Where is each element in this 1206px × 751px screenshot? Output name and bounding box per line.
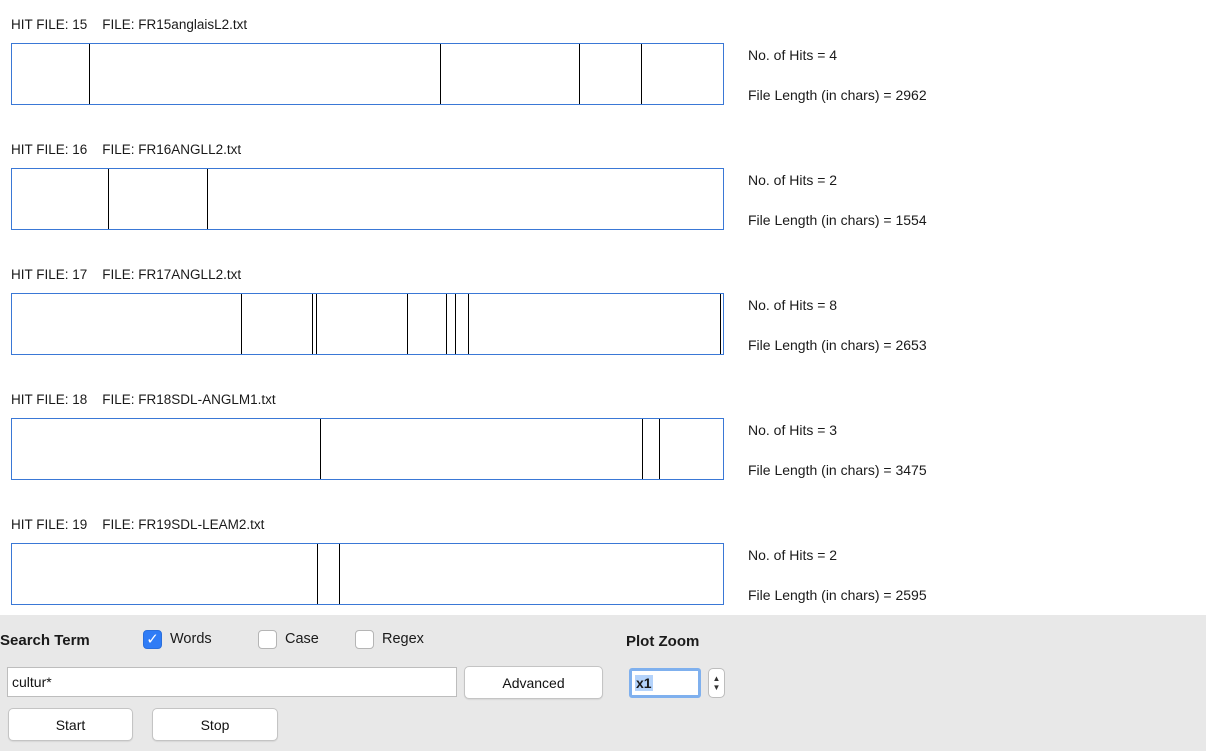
file-length: File Length (in chars) = 2962 — [748, 87, 927, 103]
hit-marker — [446, 294, 448, 354]
file-header: HIT FILE: 17 FILE: FR17ANGLL2.txt — [11, 267, 242, 282]
case-option[interactable]: Case — [258, 628, 319, 650]
case-label: Case — [285, 631, 319, 647]
hits-count: No. of Hits = 8 — [748, 297, 838, 313]
plot-results-area: HIT FILE: 15 FILE: FR15anglaisL2.txt No.… — [0, 0, 1206, 615]
concordance-plot[interactable] — [11, 543, 724, 605]
hits-count: No. of Hits = 3 — [748, 422, 838, 438]
hits-count: No. of Hits = 4 — [748, 47, 838, 63]
hit-marker — [641, 419, 643, 479]
hit-marker — [317, 544, 319, 604]
regex-checkbox[interactable] — [355, 629, 374, 649]
file-length: File Length (in chars) = 1554 — [748, 212, 927, 228]
hit-marker — [319, 419, 321, 479]
hit-marker — [339, 544, 341, 604]
hit-marker — [640, 44, 642, 104]
plot-zoom-field[interactable]: x1 — [629, 668, 701, 698]
hit-marker — [579, 44, 581, 104]
plot-zoom-label: Plot Zoom — [626, 633, 700, 650]
hit-marker — [659, 419, 660, 479]
advanced-button[interactable]: Advanced — [464, 666, 603, 699]
words-label: Words — [170, 631, 212, 647]
file-header: HIT FILE: 15 FILE: FR15anglaisL2.txt — [11, 17, 248, 32]
hits-count: No. of Hits = 2 — [748, 172, 838, 188]
words-checkbox[interactable]: ✓ — [143, 629, 162, 649]
concordance-plot[interactable] — [11, 418, 724, 480]
file-header: HIT FILE: 18 FILE: FR18SDL-ANGLM1.txt — [11, 392, 276, 407]
regex-option[interactable]: Regex — [355, 628, 424, 650]
stepper-up-icon[interactable]: ▲ — [713, 674, 721, 683]
regex-label: Regex — [382, 631, 424, 647]
file-plot-block: HIT FILE: 15 FILE: FR15anglaisL2.txt No.… — [0, 15, 1206, 140]
file-length: File Length (in chars) = 3475 — [748, 462, 927, 478]
concordance-plot[interactable] — [11, 168, 724, 230]
file-plot-block: HIT FILE: 18 FILE: FR18SDL-ANGLM1.txt No… — [0, 390, 1206, 515]
hit-marker — [720, 294, 722, 354]
file-header: HIT FILE: 19 FILE: FR19SDL-LEAM2.txt — [11, 517, 265, 532]
search-input[interactable] — [7, 667, 457, 697]
stepper-down-icon[interactable]: ▼ — [713, 683, 721, 692]
hit-marker — [406, 294, 408, 354]
concordance-plot[interactable] — [11, 293, 724, 355]
hit-marker — [88, 44, 90, 104]
case-checkbox[interactable] — [258, 629, 277, 649]
file-plot-block: HIT FILE: 16 FILE: FR16ANGLL2.txt No. of… — [0, 140, 1206, 265]
hit-marker — [315, 294, 317, 354]
start-button[interactable]: Start — [8, 708, 133, 741]
plot-zoom-value: x1 — [635, 675, 653, 691]
search-term-label: Search Term — [0, 632, 90, 649]
checkmark-icon: ✓ — [146, 630, 159, 648]
concordance-plot[interactable] — [11, 43, 724, 105]
zoom-stepper[interactable]: ▲ ▼ — [708, 668, 725, 698]
hit-marker — [312, 294, 314, 354]
file-plot-block: HIT FILE: 17 FILE: FR17ANGLL2.txt No. of… — [0, 265, 1206, 390]
hit-marker — [107, 169, 109, 229]
file-header: HIT FILE: 16 FILE: FR16ANGLL2.txt — [11, 142, 242, 157]
file-length: File Length (in chars) = 2653 — [748, 337, 927, 353]
hit-marker — [440, 44, 442, 104]
hit-marker — [206, 169, 208, 229]
hit-marker — [240, 294, 242, 354]
file-length: File Length (in chars) = 2595 — [748, 587, 927, 603]
words-option[interactable]: ✓ Words — [143, 628, 212, 650]
hit-marker — [467, 294, 469, 354]
stop-button[interactable]: Stop — [152, 708, 278, 741]
hit-marker — [454, 294, 456, 354]
hits-count: No. of Hits = 2 — [748, 547, 838, 563]
